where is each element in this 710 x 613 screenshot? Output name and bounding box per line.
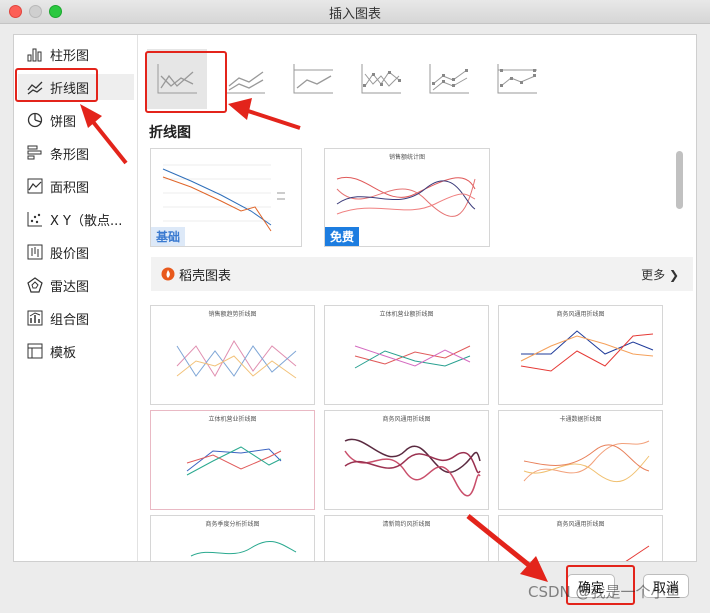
card-title: 商务季度分析折线图 <box>205 521 260 528</box>
sidebar-item-template[interactable]: 模板 <box>18 338 134 364</box>
sidebar-item-label: X Y（散点... <box>50 213 123 229</box>
gallery-scrollbar[interactable] <box>676 151 683 209</box>
docer-card[interactable]: 商务风通用折线图 <box>498 515 663 561</box>
docer-charts-header: 稻壳图表 更多 ❯ <box>151 257 693 291</box>
subtype-line[interactable] <box>147 49 207 109</box>
sidebar-item-bar[interactable]: 柱形图 <box>18 41 134 67</box>
stacked-line-markers-icon <box>429 64 469 94</box>
sidebar-item-scatter[interactable]: X Y（散点... <box>18 206 134 232</box>
basic-badge: 基础 <box>151 227 186 246</box>
sidebar-item-label: 柱形图 <box>50 48 90 64</box>
bar-chart-icon <box>26 45 44 63</box>
radar-chart-icon <box>26 276 44 294</box>
sidebar-item-label: 股价图 <box>50 246 90 262</box>
docer-card[interactable]: 商务风通用折线图 <box>498 305 663 405</box>
sidebar-item-label: 折线图 <box>50 81 90 97</box>
insert-chart-dialog: 插入图表 柱形图 折线图 饼图 条形图 面积图 X Y（散点... 股价图 雷达… <box>0 0 710 613</box>
docer-card[interactable]: 销售额趋势折线图 <box>150 305 315 405</box>
more-label: 更多 <box>641 267 666 282</box>
subtype-percent-line-markers[interactable] <box>487 49 547 109</box>
card-title: 立体机营业折线图 <box>208 416 257 423</box>
docer-card[interactable]: 清新简约风折线图 <box>324 515 489 561</box>
card-title: 销售额统计图 <box>388 154 425 161</box>
stacked-line-icon <box>225 64 265 94</box>
chart-type-sidebar: 柱形图 折线图 饼图 条形图 面积图 X Y（散点... 股价图 雷达图 组合图… <box>14 35 138 561</box>
docer-card[interactable]: 卡通数据折线图 <box>498 410 663 510</box>
flame-icon <box>161 267 175 281</box>
docer-card[interactable]: 立体机营业额折线图 <box>324 305 489 405</box>
card-title: 商务风通用折线图 <box>382 416 431 423</box>
section-title: 折线图 <box>149 125 191 141</box>
sidebar-item-pie[interactable]: 饼图 <box>18 107 134 133</box>
docer-card[interactable]: 商务季度分析折线图 <box>150 515 315 561</box>
area-chart-icon <box>26 177 44 195</box>
sidebar-item-label: 饼图 <box>50 114 77 130</box>
subtype-line-markers[interactable] <box>351 49 411 109</box>
sidebar-item-label: 面积图 <box>50 180 90 196</box>
sidebar-item-horizontal-bar[interactable]: 条形图 <box>18 140 134 166</box>
percent-line-markers-icon <box>497 64 537 94</box>
stock-chart-icon <box>26 243 44 261</box>
docer-card[interactable]: 商务风通用折线图 <box>324 410 489 510</box>
docer-card[interactable]: 立体机营业折线图 <box>150 410 315 510</box>
pie-chart-icon <box>26 111 44 129</box>
sidebar-item-label: 组合图 <box>50 312 90 328</box>
chart-gallery: 折线图 基础 销售额统计图 免费 稻壳图表 更多 ❯ 销售额趋势折线图 立体机营… <box>139 35 696 561</box>
card-title: 商务风通用折线图 <box>556 521 605 528</box>
sidebar-item-label: 模板 <box>50 345 77 361</box>
percent-line-icon <box>293 64 333 94</box>
template-basic[interactable]: 基础 <box>150 148 302 247</box>
subtype-stacked-line-markers[interactable] <box>419 49 479 109</box>
card-title: 卡通数据折线图 <box>559 416 602 423</box>
horizontal-bar-chart-icon <box>26 144 44 162</box>
scatter-chart-icon <box>26 210 44 228</box>
dialog-panel: 柱形图 折线图 饼图 条形图 面积图 X Y（散点... 股价图 雷达图 组合图… <box>13 34 697 562</box>
free-badge: 免费 <box>325 227 360 246</box>
combo-chart-icon <box>26 309 44 327</box>
sidebar-item-combo[interactable]: 组合图 <box>18 305 134 331</box>
line-subtype-icon <box>157 64 197 94</box>
window-title: 插入图表 <box>328 7 381 22</box>
more-link[interactable]: 更多 ❯ <box>641 266 679 283</box>
line-chart-icon <box>26 78 44 96</box>
card-title: 销售额趋势折线图 <box>208 311 257 318</box>
template-free[interactable]: 销售额统计图 免费 <box>324 148 490 247</box>
sidebar-item-label: 条形图 <box>50 147 90 163</box>
sidebar-item-stock[interactable]: 股价图 <box>18 239 134 265</box>
card-title: 商务风通用折线图 <box>556 311 605 318</box>
subtype-percent-line[interactable] <box>283 49 343 109</box>
line-subtype-row <box>147 49 567 109</box>
card-title: 立体机营业额折线图 <box>379 311 434 318</box>
line-markers-icon <box>361 64 401 94</box>
docer-title: 稻壳图表 <box>179 268 232 284</box>
sidebar-item-area[interactable]: 面积图 <box>18 173 134 199</box>
title-bar: 插入图表 <box>0 0 710 24</box>
subtype-stacked-line[interactable] <box>215 49 275 109</box>
sidebar-item-label: 雷达图 <box>50 279 90 295</box>
sidebar-item-line[interactable]: 折线图 <box>18 74 134 100</box>
template-icon <box>26 342 44 360</box>
sidebar-item-radar[interactable]: 雷达图 <box>18 272 134 298</box>
watermark: CSDN @我是一个小鱼 <box>528 583 681 601</box>
card-title: 清新简约风折线图 <box>382 521 431 528</box>
